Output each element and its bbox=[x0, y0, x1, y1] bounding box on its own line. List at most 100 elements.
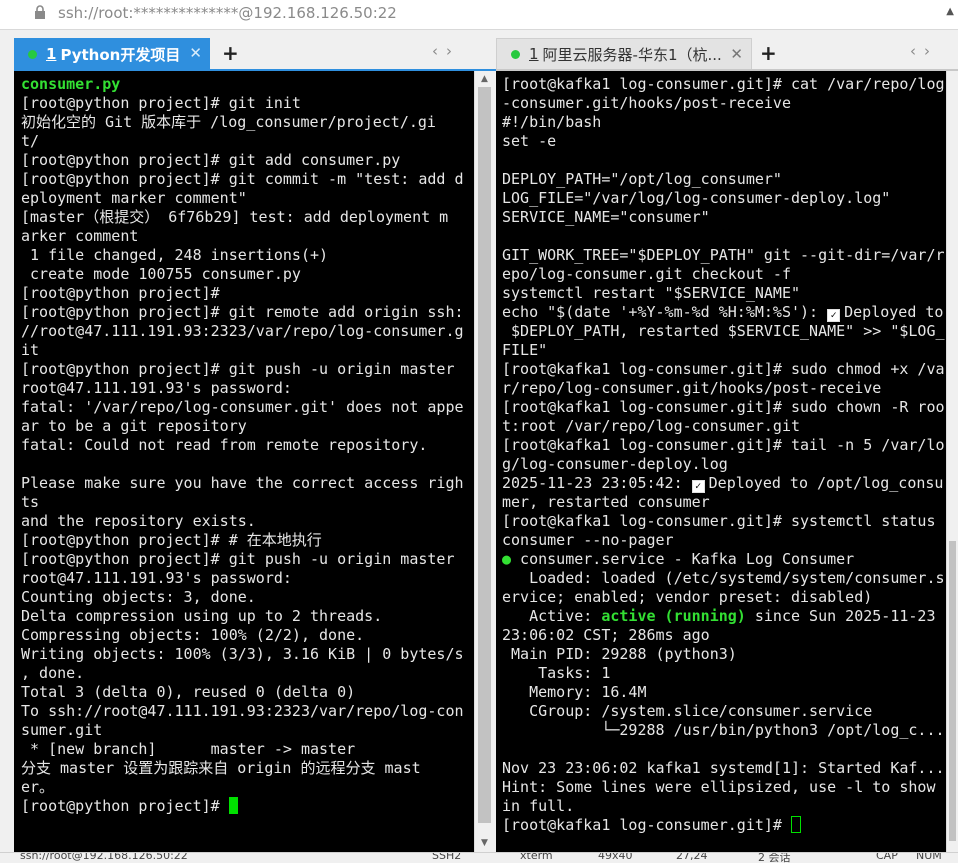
terminal-text: [root@kafka1 log-consumer.git]# sudo chm… bbox=[502, 360, 945, 378]
terminal-text: FILE" bbox=[502, 341, 548, 359]
terminal-text: [root@python project]# git init bbox=[21, 94, 301, 112]
terminal-text: it bbox=[21, 341, 40, 359]
terminal-text: root@47.111.191.93's password: bbox=[21, 379, 292, 397]
terminal-text: 分支 master 设置为跟踪来自 origin 的远程分支 mast bbox=[21, 759, 421, 777]
tab-number: 1 bbox=[529, 45, 539, 63]
terminal-cursor bbox=[790, 816, 801, 833]
terminal-text: 初始化空的 Git 版本库于 /log_consumer/project/.gi bbox=[21, 113, 436, 131]
scroll-down-icon[interactable]: ▼ bbox=[475, 838, 494, 848]
terminal-text: , done. bbox=[21, 664, 85, 682]
terminal-text: fatal: '/var/repo/log-consumer.git' does… bbox=[21, 398, 464, 416]
terminal-text: └─29288 /usr/bin/python3 /opt/log_c... bbox=[502, 721, 945, 739]
terminal-text: Deployed to bbox=[844, 303, 944, 321]
terminal-line: SERVICE_NAME="consumer" bbox=[502, 208, 946, 227]
vertical-scrollbar[interactable]: ▲ ▼ bbox=[474, 71, 494, 852]
terminal-text: echo "$(date '+%Y-%m-%d %H:%M:%S'): bbox=[502, 303, 828, 321]
close-tab-icon[interactable]: ✕ bbox=[189, 44, 202, 62]
terminal-text: er。 bbox=[21, 778, 55, 796]
terminal-line: eployment marker comment" bbox=[21, 189, 474, 208]
terminal-line: //root@47.111.191.93:2323/var/repo/log-c… bbox=[21, 322, 474, 341]
terminal-line: [root@kafka1 log-consumer.git]# cat /var… bbox=[502, 75, 946, 94]
terminal-line: [root@python project]# git add consumer.… bbox=[21, 151, 474, 170]
terminal-text: //root@47.111.191.93:2323/var/repo/log-c… bbox=[21, 322, 464, 340]
tab-title: Python开发项目 bbox=[60, 45, 181, 64]
terminal-line: fatal: '/var/repo/log-consumer.git' does… bbox=[21, 398, 474, 417]
tab-scroll-arrows-icon[interactable]: ‹› bbox=[432, 42, 460, 60]
scrollbar-thumb[interactable] bbox=[949, 541, 956, 841]
terminal-text: LOG_FILE="/var/log/log-consumer-deploy.l… bbox=[502, 189, 891, 207]
terminal-text: [root@python project]# git push -u origi… bbox=[21, 360, 455, 378]
new-tab-icon[interactable]: + bbox=[222, 41, 239, 65]
terminal-text: epo/log-consumer.git checkout -f bbox=[502, 265, 791, 283]
terminal-line: Compressing objects: 100% (2/2), done. bbox=[21, 626, 474, 645]
terminal-line: To ssh://root@47.111.191.93:2323/var/rep… bbox=[21, 702, 474, 721]
terminal-line: [root@python project]# git remote add or… bbox=[21, 303, 474, 322]
address-bar[interactable]: ssh://root:**************@192.168.126.50… bbox=[0, 0, 958, 30]
status-caps: CAP bbox=[876, 852, 898, 862]
terminal-text: ar to be a git repository bbox=[21, 417, 247, 435]
terminal-line: $DEPLOY_PATH, restarted $SERVICE_NAME" >… bbox=[502, 322, 946, 341]
tab-python-project[interactable]: 1 Python开发项目 ✕ bbox=[14, 38, 210, 70]
terminal-text: root@47.111.191.93's password: bbox=[21, 569, 292, 587]
terminal-text: ervice; enabled; vendor preset: disabled… bbox=[502, 588, 873, 606]
terminal-text: SERVICE_NAME="consumer" bbox=[502, 208, 710, 226]
lock-icon bbox=[35, 5, 45, 19]
terminal-text: and the repository exists. bbox=[21, 512, 256, 530]
scrollbar-thumb[interactable] bbox=[478, 87, 491, 823]
terminal-text: [root@python project]# bbox=[21, 797, 229, 815]
terminal-line: consumer.py bbox=[21, 75, 474, 94]
close-tab-icon[interactable]: ✕ bbox=[730, 45, 743, 63]
terminal-text: eployment marker comment" bbox=[21, 189, 247, 207]
terminal-line: er。 bbox=[21, 778, 474, 797]
checkmark-icon: ✓ bbox=[827, 309, 841, 322]
terminal-line: Loaded: loaded (/etc/systemd/system/cons… bbox=[502, 569, 946, 588]
scroll-up-icon[interactable]: ▲ bbox=[475, 74, 494, 84]
terminal-text: 1 file changed, 248 insertions(+) bbox=[21, 246, 329, 264]
terminal-line: [root@kafka1 log-consumer.git]# systemct… bbox=[502, 512, 946, 531]
tab-scroll-arrows-icon[interactable]: ‹› bbox=[910, 42, 938, 60]
status-num: NUM bbox=[916, 852, 942, 862]
terminal-line: 2025-11-23 23:05:42: ✓ Deployed to /opt/l… bbox=[502, 474, 946, 493]
terminal-text: ● bbox=[502, 550, 512, 568]
terminal-text: [root@python project]# git push -u origi… bbox=[21, 550, 455, 568]
terminal-text: Delta compression using up to 2 threads. bbox=[21, 607, 383, 625]
connected-status-icon bbox=[28, 49, 37, 59]
terminal-line: 23:06:02 CST; 286ms ago bbox=[502, 626, 946, 645]
terminal-output[interactable]: consumer.py [root@python project]# git in… bbox=[14, 71, 474, 852]
terminal-line: and the repository exists. bbox=[21, 512, 474, 531]
terminal-line: root@47.111.191.93's password: bbox=[21, 379, 474, 398]
terminal-line: Delta compression using up to 2 threads. bbox=[21, 607, 474, 626]
terminal-text: CGroup: /system.slice/consumer.service bbox=[502, 702, 873, 720]
terminal-line: └─29288 /usr/bin/python3 /opt/log_c... bbox=[502, 721, 946, 740]
terminal-line: r/repo/log-consumer.git/hooks/post-recei… bbox=[502, 379, 946, 398]
terminal-text: since Sun 2025-11-23 bbox=[745, 607, 936, 625]
terminal-line: ar to be a git repository bbox=[21, 417, 474, 436]
terminal-text: -consumer.git/hooks/post-receive bbox=[502, 94, 791, 112]
terminal-text: Tasks: 1 bbox=[502, 664, 611, 682]
terminal-output[interactable]: [root@kafka1 log-consumer.git]# cat /var… bbox=[496, 71, 946, 852]
vertical-scrollbar[interactable] bbox=[946, 71, 958, 852]
terminal-text: Counting objects: 3, done. bbox=[21, 588, 256, 606]
left-terminal-pane: 1 Python开发项目 ✕ + ‹› consumer.py [root@pyt… bbox=[14, 36, 496, 852]
terminal-text: Main PID: 29288 (python3) bbox=[502, 645, 737, 663]
terminal-line: set -e bbox=[502, 132, 946, 151]
tab-aliyun-server[interactable]: 1 阿里云服务器-华东1（杭... ✕ bbox=[496, 38, 752, 70]
scroll-up-icon[interactable]: ▲ bbox=[946, 6, 954, 17]
terminal-line: * [new branch] master -> master bbox=[21, 740, 474, 759]
terminal-text: DEPLOY_PATH="/opt/log_consumer" bbox=[502, 170, 782, 188]
terminal-text: g/log-consumer-deploy.log bbox=[502, 455, 728, 473]
terminal-line: in full. bbox=[502, 797, 946, 816]
terminal-text: consumer --no-pager bbox=[502, 531, 674, 549]
terminal-text: active (running) bbox=[601, 607, 746, 625]
terminal-line: mer, restarted consumer bbox=[502, 493, 946, 512]
status-bar: ssh://root@192.168.126.50:22 SSH2 xterm … bbox=[0, 852, 958, 863]
new-tab-icon[interactable]: + bbox=[760, 41, 777, 65]
terminal-text: r/repo/log-consumer.git/hooks/post-recei… bbox=[502, 379, 882, 397]
terminal-text: t/ bbox=[21, 132, 40, 150]
terminal-line: systemctl restart "$SERVICE_NAME" bbox=[502, 284, 946, 303]
terminal-line: ● consumer.service - Kafka Log Consumer bbox=[502, 550, 946, 569]
terminal-line: create mode 100755 consumer.py bbox=[21, 265, 474, 284]
terminal-text: Active: bbox=[502, 607, 602, 625]
terminal-text: sumer.git bbox=[21, 721, 103, 739]
